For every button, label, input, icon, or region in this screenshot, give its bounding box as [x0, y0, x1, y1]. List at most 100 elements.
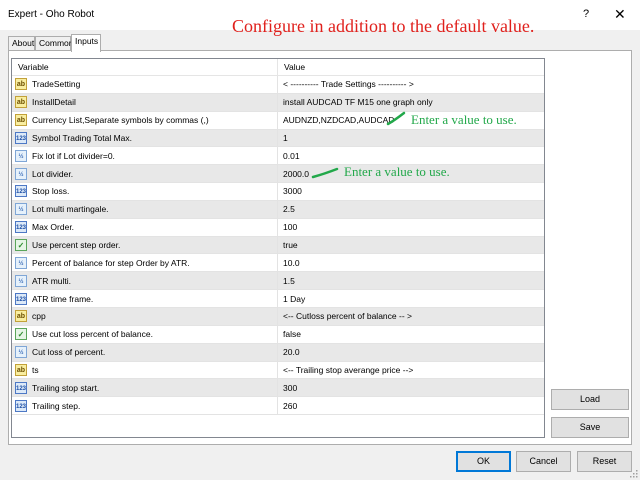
annotation-enter-value-1: Enter a value to use. — [411, 112, 517, 127]
variable-name: ts — [32, 364, 39, 375]
table-row[interactable]: ½ ATR multi. 1.5 — [12, 272, 544, 291]
value-cell[interactable]: 20.0 — [278, 344, 544, 361]
integer-type-icon: 123 — [15, 185, 27, 198]
table-row[interactable]: 123 Max Order. 100 — [12, 218, 544, 237]
double-type-icon: ½ — [15, 149, 27, 162]
grid-header: Variable Value — [12, 59, 544, 76]
table-row[interactable]: ab TradeSetting < ---------- Trade Setting… — [12, 76, 544, 94]
reset-button[interactable]: Reset — [577, 451, 632, 472]
table-row[interactable]: 123 Trailing stop start. 300 — [12, 379, 544, 398]
value-cell[interactable]: 0.01 — [278, 147, 544, 164]
ok-button[interactable]: OK — [456, 451, 511, 472]
tab-common[interactable]: Common — [35, 36, 73, 51]
annotation-enter-value-2: Enter a value to use. — [344, 164, 450, 179]
tab-inputs[interactable]: Inputs — [71, 34, 101, 52]
integer-type-icon: 123 — [15, 399, 27, 412]
value-cell[interactable]: 260 — [278, 397, 544, 414]
variable-name: Trailing step. — [32, 400, 81, 411]
integer-type-icon: 123 — [15, 221, 27, 234]
table-row[interactable]: ab InstallDetail install AUDCAD TF M15 one… — [12, 93, 544, 112]
value-cell[interactable]: 1.5 — [278, 272, 544, 289]
value-cell[interactable]: 3000 — [278, 183, 544, 200]
variable-cell: 123 Trailing stop start. — [12, 379, 278, 397]
table-row[interactable]: ab ts <-- Trailing stop averange price --> — [12, 361, 544, 380]
value-cell[interactable]: <-- Trailing stop averange price --> — [278, 362, 544, 379]
integer-type-icon: 123 — [15, 292, 27, 305]
save-button[interactable]: Save — [551, 417, 629, 438]
table-row[interactable]: ½ Lot multi martingale. 2.5 — [12, 200, 544, 219]
integer-type-icon: 123 — [15, 381, 27, 394]
variable-name: Fix lot if Lot divider=0. — [32, 150, 115, 161]
variable-cell: ½ Percent of balance for step Order by AT… — [12, 254, 278, 272]
value-cell[interactable]: install AUDCAD TF M15 one graph only — [278, 94, 544, 111]
double-type-icon: ½ — [15, 346, 27, 359]
value-cell[interactable]: true — [278, 237, 544, 254]
variable-cell: ½ ATR multi. — [12, 272, 278, 290]
value-cell[interactable]: false — [278, 326, 544, 343]
variable-name: Percent of balance for step Order by ATR… — [32, 257, 190, 268]
column-header-value[interactable]: Value — [278, 59, 544, 75]
table-row[interactable]: ½ Percent of balance for step Order by AT… — [12, 254, 544, 273]
variable-cell: ½ Cut loss of percent. — [12, 343, 278, 361]
value-cell[interactable]: 10.0 — [278, 254, 544, 271]
boolean-type-icon: ✓ — [15, 239, 27, 252]
table-row[interactable]: ½ Fix lot if Lot divider=0. 0.01 — [12, 147, 544, 166]
window-title: Expert - Oho Robot — [8, 9, 95, 20]
double-type-icon: ½ — [15, 203, 27, 216]
variable-name: Currency List,Separate symbols by commas… — [32, 115, 209, 126]
value-cell[interactable]: <-- Cutloss percent of balance -- > — [278, 308, 544, 325]
variable-cell: ab TradeSetting — [12, 76, 278, 93]
resize-grip-icon[interactable] — [628, 468, 638, 478]
variable-cell: ✓ Use percent step order. — [12, 236, 278, 254]
string-type-icon: ab — [15, 310, 27, 323]
double-type-icon: ½ — [15, 167, 27, 180]
variable-cell: ½ Lot multi martingale. — [12, 200, 278, 218]
annotation-arrow-2 — [311, 167, 339, 179]
table-row[interactable]: 123 ATR time frame. 1 Day — [12, 290, 544, 308]
close-button[interactable]: ✕ — [614, 6, 626, 23]
column-header-variable[interactable]: Variable — [12, 59, 278, 75]
variable-cell: 123 Max Order. — [12, 218, 278, 236]
variable-cell: 123 Trailing step. — [12, 397, 278, 415]
string-type-icon: ab — [15, 114, 27, 127]
variable-name: ATR multi. — [32, 275, 72, 286]
double-type-icon: ½ — [15, 274, 27, 287]
table-row[interactable]: ½ Cut loss of percent. 20.0 — [12, 343, 544, 362]
variable-name: Lot multi martingale. — [32, 204, 109, 215]
load-button[interactable]: Load — [551, 389, 629, 410]
help-button[interactable]: ? — [583, 8, 589, 20]
variable-name: InstallDetail — [32, 97, 76, 108]
variable-cell: ab Currency List,Separate symbols by comm… — [12, 111, 278, 129]
variable-cell: ½ Fix lot if Lot divider=0. — [12, 147, 278, 165]
value-cell[interactable]: 300 — [278, 379, 544, 396]
value-cell[interactable]: 2.5 — [278, 201, 544, 218]
variable-name: Use percent step order. — [32, 240, 121, 251]
variable-name: Trailing stop start. — [32, 382, 100, 393]
value-cell[interactable]: 100 — [278, 219, 544, 236]
value-cell[interactable]: 1 Day — [278, 290, 544, 307]
variable-cell: 123 Symbol Trading Total Max. — [12, 129, 278, 147]
variable-name: TradeSetting — [32, 79, 81, 90]
annotation-configure: Configure in addition to the default val… — [232, 16, 535, 36]
table-row[interactable]: 123 Stop loss. 3000 — [12, 183, 544, 201]
variable-cell: ½ Lot divider. — [12, 165, 278, 183]
variable-name: cpp — [32, 311, 46, 322]
variable-name: Symbol Trading Total Max. — [32, 132, 132, 143]
variable-name: Use cut loss percent of balance. — [32, 329, 153, 340]
table-row[interactable]: 123 Trailing step. 260 — [12, 397, 544, 416]
table-row[interactable]: ✓ Use percent step order. true — [12, 236, 544, 255]
value-cell[interactable]: < ---------- Trade Settings ---------- > — [278, 76, 544, 93]
table-row[interactable]: ab cpp <-- Cutloss percent of balance -- > — [12, 307, 544, 326]
cancel-button[interactable]: Cancel — [516, 451, 571, 472]
value-cell[interactable]: 1 — [278, 130, 544, 147]
variable-name: Stop loss. — [32, 186, 70, 197]
table-row[interactable]: 123 Symbol Trading Total Max. 1 — [12, 129, 544, 148]
table-row[interactable]: ✓ Use cut loss percent of balance. false — [12, 325, 544, 344]
integer-type-icon: 123 — [15, 131, 27, 144]
tab-about[interactable]: About — [8, 36, 35, 51]
string-type-icon: ab — [15, 96, 27, 109]
variable-name: ATR time frame. — [32, 293, 94, 304]
table-row[interactable]: ½ Lot divider. 2000.0 — [12, 165, 544, 184]
variable-cell: ab InstallDetail — [12, 93, 278, 111]
variable-name: Max Order. — [32, 222, 75, 233]
